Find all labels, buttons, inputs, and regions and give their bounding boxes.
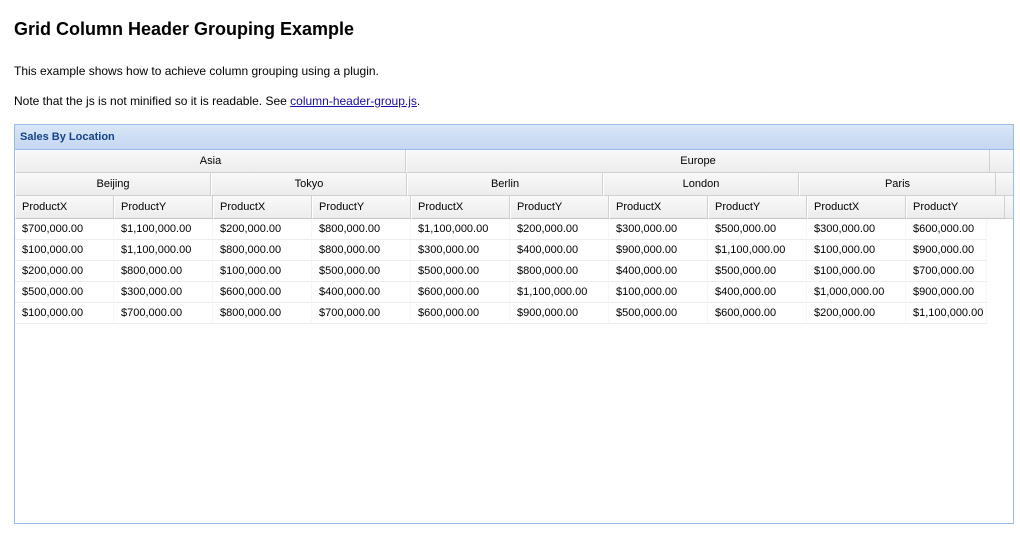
column-header[interactable]: ProductY: [906, 196, 1005, 219]
sales-grid-panel: Sales By Location Asia Europe Beijing To…: [14, 124, 1014, 524]
table-cell: $700,000.00: [15, 219, 114, 240]
source-file-link[interactable]: column-header-group.js: [290, 94, 417, 108]
table-cell: $700,000.00: [114, 303, 213, 324]
note-text: Note that the js is not minified so it i…: [14, 94, 420, 108]
table-cell: $700,000.00: [906, 261, 987, 282]
table-cell: $800,000.00: [510, 261, 609, 282]
table-cell: $1,100,000.00: [114, 219, 213, 240]
table-cell: $500,000.00: [312, 261, 411, 282]
table-cell: $800,000.00: [213, 303, 312, 324]
table-cell: $800,000.00: [114, 261, 213, 282]
table-cell: $500,000.00: [708, 219, 807, 240]
table-cell: $100,000.00: [15, 303, 114, 324]
column-header[interactable]: ProductY: [312, 196, 411, 219]
column-header[interactable]: ProductX: [609, 196, 708, 219]
table-cell: $800,000.00: [312, 219, 411, 240]
table-cell: $100,000.00: [15, 240, 114, 261]
group-header-europe[interactable]: Europe: [406, 150, 990, 173]
table-cell: $300,000.00: [114, 282, 213, 303]
header-filler: [990, 150, 1013, 173]
table-cell: $1,100,000.00: [708, 240, 807, 261]
table-cell: $100,000.00: [807, 240, 906, 261]
continent-header-row: Asia Europe: [15, 150, 1013, 173]
column-header[interactable]: ProductY: [708, 196, 807, 219]
group-header-asia[interactable]: Asia: [15, 150, 406, 173]
group-header-beijing[interactable]: Beijing: [15, 173, 211, 196]
table-cell: $1,000,000.00: [807, 282, 906, 303]
table-cell: $800,000.00: [312, 240, 411, 261]
table-cell: $200,000.00: [807, 303, 906, 324]
table-cell: $900,000.00: [609, 240, 708, 261]
table-cell: $1,100,000.00: [906, 303, 987, 324]
table-cell: $200,000.00: [15, 261, 114, 282]
column-header[interactable]: ProductX: [807, 196, 906, 219]
table-cell: $600,000.00: [708, 303, 807, 324]
table-cell: $100,000.00: [807, 261, 906, 282]
column-header[interactable]: ProductY: [114, 196, 213, 219]
table-cell: $600,000.00: [411, 303, 510, 324]
column-header[interactable]: ProductY: [510, 196, 609, 219]
table-cell: $300,000.00: [609, 219, 708, 240]
table-row[interactable]: $200,000.00 $800,000.00 $100,000.00 $500…: [15, 261, 987, 282]
table-cell: $500,000.00: [411, 261, 510, 282]
table-cell: $400,000.00: [708, 282, 807, 303]
city-header-row: Beijing Tokyo Berlin London Paris: [15, 173, 1013, 196]
table-cell: $800,000.00: [213, 240, 312, 261]
group-header-paris[interactable]: Paris: [799, 173, 996, 196]
header-filler: [996, 173, 1013, 196]
column-header-row: ProductX ProductY ProductX ProductY Prod…: [15, 196, 1013, 219]
intro-text: This example shows how to achieve column…: [14, 64, 379, 78]
table-cell: $900,000.00: [510, 303, 609, 324]
table-cell: $700,000.00: [312, 303, 411, 324]
table-cell: $300,000.00: [807, 219, 906, 240]
table-row[interactable]: $100,000.00 $1,100,000.00 $800,000.00 $8…: [15, 240, 987, 261]
column-header[interactable]: ProductX: [411, 196, 510, 219]
table-row[interactable]: $500,000.00 $300,000.00 $600,000.00 $400…: [15, 282, 987, 303]
header-filler: [1005, 196, 1013, 219]
table-cell: $600,000.00: [411, 282, 510, 303]
column-header[interactable]: ProductX: [15, 196, 114, 219]
table-cell: $900,000.00: [906, 282, 987, 303]
table-cell: $200,000.00: [510, 219, 609, 240]
table-cell: $900,000.00: [906, 240, 987, 261]
page-title: Grid Column Header Grouping Example: [14, 19, 355, 39]
table-cell: $100,000.00: [609, 282, 708, 303]
table-cell: $400,000.00: [510, 240, 609, 261]
sales-grid: Asia Europe Beijing Tokyo Berlin London …: [15, 150, 1013, 324]
table-cell: $400,000.00: [609, 261, 708, 282]
table-cell: $600,000.00: [906, 219, 987, 240]
table-cell: $300,000.00: [411, 240, 510, 261]
table-cell: $500,000.00: [15, 282, 114, 303]
note-suffix: .: [416, 94, 421, 108]
note-prefix: Note that the js is not minified so it i…: [14, 94, 291, 108]
grid-body: $700,000.00 $1,100,000.00 $200,000.00 $8…: [15, 219, 1013, 324]
group-header-london[interactable]: London: [603, 173, 799, 196]
table-cell: $500,000.00: [708, 261, 807, 282]
table-cell: $100,000.00: [213, 261, 312, 282]
column-header[interactable]: ProductX: [213, 196, 312, 219]
group-header-berlin[interactable]: Berlin: [407, 173, 603, 196]
table-cell: $400,000.00: [312, 282, 411, 303]
table-cell: $500,000.00: [609, 303, 708, 324]
group-header-tokyo[interactable]: Tokyo: [211, 173, 407, 196]
table-cell: $1,100,000.00: [411, 219, 510, 240]
table-cell: $1,100,000.00: [114, 240, 213, 261]
table-cell: $600,000.00: [213, 282, 312, 303]
panel-title: Sales By Location: [15, 125, 1013, 150]
table-cell: $200,000.00: [213, 219, 312, 240]
table-cell: $1,100,000.00: [510, 282, 609, 303]
table-row[interactable]: $700,000.00 $1,100,000.00 $200,000.00 $8…: [15, 219, 987, 240]
page: Grid Column Header Grouping Example This…: [0, 0, 1020, 545]
table-row[interactable]: $100,000.00 $700,000.00 $800,000.00 $700…: [15, 303, 987, 324]
